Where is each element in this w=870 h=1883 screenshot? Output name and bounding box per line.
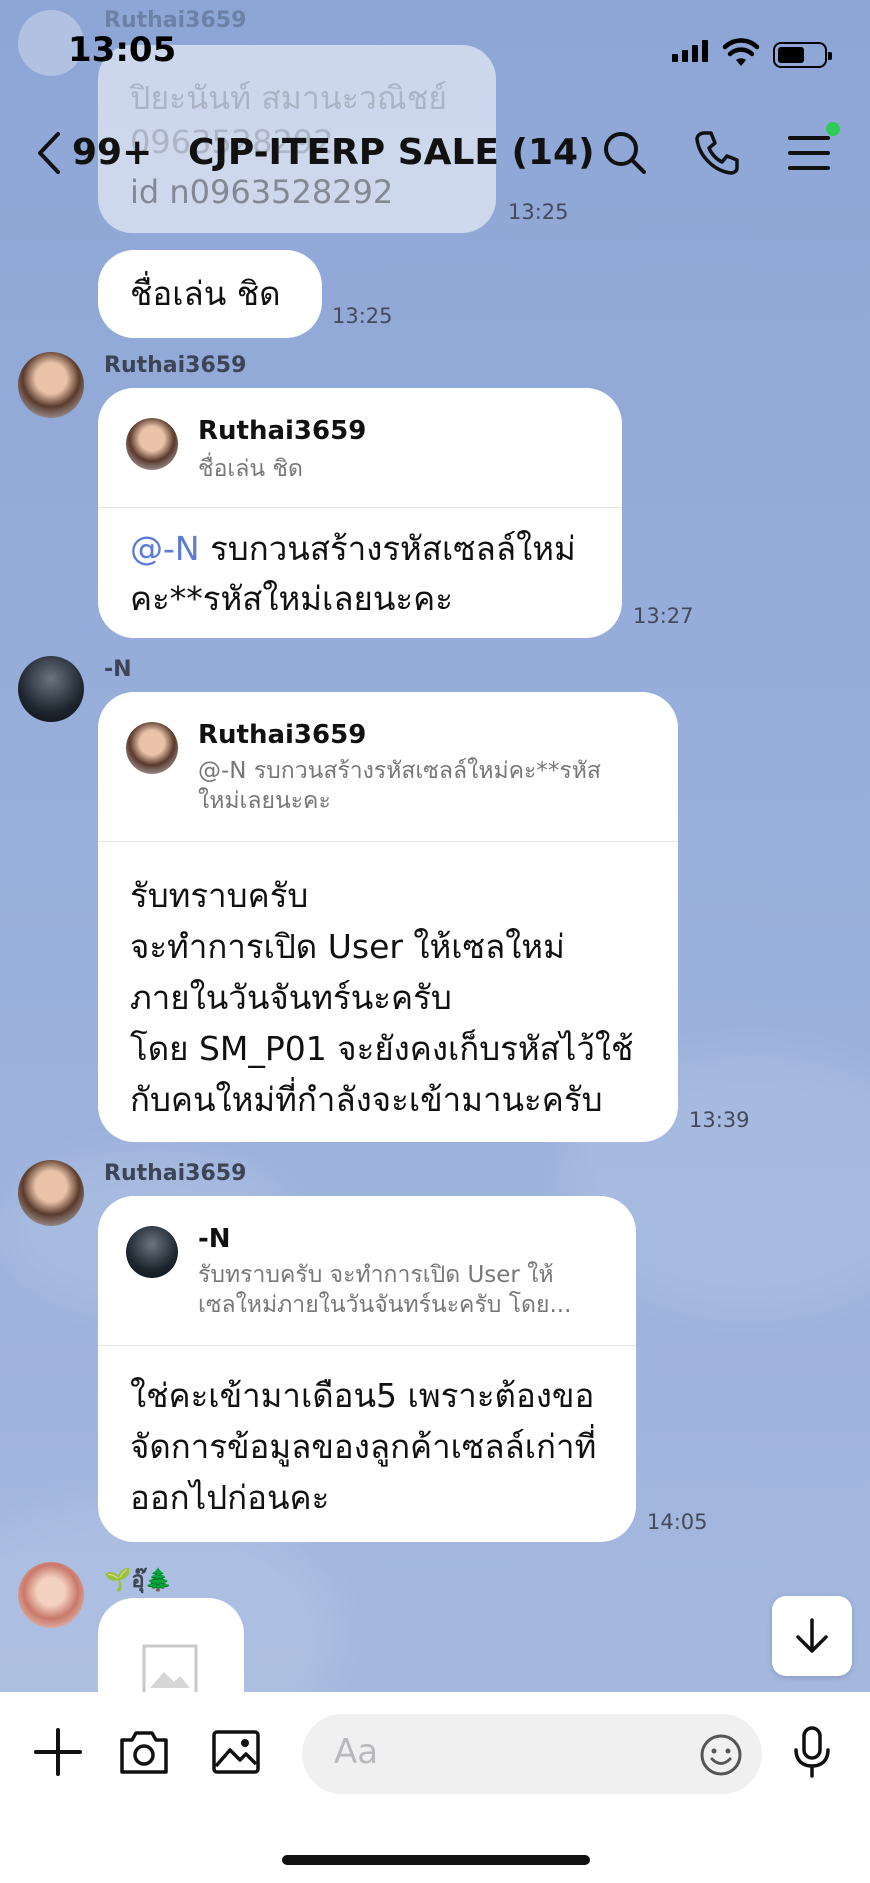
- reply-sender: Ruthai3659: [198, 720, 367, 750]
- reply-text: @-N รบกวนสร้างรหัสเซลล์ใหม่คะ**รหัส ใหม่…: [198, 756, 601, 816]
- phone-icon[interactable]: [692, 128, 742, 178]
- sender-name: Ruthai3659: [104, 1161, 247, 1186]
- chat-title[interactable]: CJP-ITERP SALE (14): [188, 132, 595, 173]
- wifi-icon: [722, 38, 760, 66]
- sender-name: -N: [104, 657, 132, 682]
- message-text: @-N รบกวนสร้างรหัสเซลล์ใหม่ คะ**รหัสใหม่…: [130, 524, 576, 624]
- timestamp: 13:39: [689, 1108, 750, 1132]
- reply-text: รับทราบครับ จะทำการเปิด User ให้ เซลใหม่…: [198, 1260, 571, 1320]
- message-line: ใช่คะเข้ามาเดือน5 เพราะต้องขอ: [130, 1376, 595, 1415]
- home-indicator: [282, 1855, 590, 1865]
- message-bubble[interactable]: Ruthai3659 ชื่อเล่น ชิด @-N รบกวนสร้างรห…: [98, 388, 622, 638]
- reply-avatar: [126, 1226, 178, 1278]
- timestamp: 14:05: [647, 1510, 708, 1534]
- reply-line: ใหม่เลยนะคะ: [198, 788, 331, 814]
- emoji-icon[interactable]: [698, 1732, 744, 1778]
- chat-header: 99+ CJP-ITERP SALE (14): [0, 100, 870, 210]
- message-line: กับคนใหม่ที่กำลังจะเข้ามานะครับ: [130, 1080, 603, 1119]
- battery-icon: [773, 42, 832, 68]
- reply-avatar: [126, 418, 178, 470]
- reply-line: รับทราบครับ จะทำการเปิด User ให้: [198, 1262, 554, 1288]
- reply-sender: Ruthai3659: [198, 416, 367, 446]
- reply-preview[interactable]: Ruthai3659 @-N รบกวนสร้างรหัสเซลล์ใหม่คะ…: [98, 692, 678, 842]
- input-placeholder: Aa: [334, 1732, 379, 1772]
- sender-name: 🌱อุ๊🌲: [104, 1568, 172, 1593]
- message-text: รับทราบครับ จะทำการเปิด User ให้เซลใหม่ …: [130, 870, 633, 1125]
- message-input[interactable]: Aa: [302, 1714, 762, 1794]
- message-text: ชื่อเล่น ชิด: [130, 274, 281, 313]
- reply-sender: -N: [198, 1224, 231, 1254]
- message-line: จัดการข้อมูลของลูกค้าเซลล์เก่าที่: [130, 1427, 597, 1466]
- message-line: ภายในวันจันทร์นะครับ: [130, 978, 452, 1017]
- message-bubble[interactable]: Ruthai3659 @-N รบกวนสร้างรหัสเซลล์ใหม่คะ…: [98, 692, 678, 1142]
- reply-line: เซลใหม่ภายในวันจันทร์นะครับ โดย...: [198, 1292, 572, 1318]
- search-icon[interactable]: [600, 128, 650, 178]
- mic-icon[interactable]: [784, 1724, 840, 1780]
- message-line: รบกวนสร้างรหัสเซลล์ใหม่: [199, 529, 576, 568]
- message-line: โดย SM_P01 จะยังคงเก็บรหัสไว้ใช้: [130, 1029, 634, 1068]
- avatar[interactable]: [18, 352, 84, 418]
- message-line: จะทำการเปิด User ให้เซลใหม่: [130, 927, 565, 966]
- camera-icon[interactable]: [116, 1724, 172, 1780]
- avatar[interactable]: [18, 1562, 84, 1628]
- menu-icon[interactable]: [784, 128, 834, 178]
- reply-preview[interactable]: Ruthai3659 ชื่อเล่น ชิด: [98, 388, 622, 508]
- avatar[interactable]: [18, 1160, 84, 1226]
- reply-avatar: [126, 722, 178, 774]
- sender-name: Ruthai3659: [104, 353, 247, 378]
- back-unread-count[interactable]: 99+: [72, 132, 152, 173]
- plus-icon[interactable]: [30, 1724, 86, 1780]
- message-line: ออกไปก่อนคะ: [130, 1478, 330, 1517]
- scroll-down-icon: [796, 1618, 828, 1653]
- message-bubble[interactable]: -N รับทราบครับ จะทำการเปิด User ให้ เซลใ…: [98, 1196, 636, 1542]
- cellular-signal-icon: [672, 40, 708, 62]
- message-text: ใช่คะเข้ามาเดือน5 เพราะต้องขอ จัดการข้อม…: [130, 1370, 596, 1523]
- status-time: 13:05: [68, 30, 177, 70]
- image-icon[interactable]: [208, 1724, 264, 1780]
- mention[interactable]: @-N: [130, 529, 200, 568]
- message-line: รับทราบครับ: [130, 876, 309, 915]
- scroll-to-bottom-button[interactable]: [772, 1596, 852, 1676]
- reply-line: @-N รบกวนสร้างรหัสเซลล์ใหม่คะ**รหัส: [198, 758, 601, 784]
- back-icon[interactable]: [30, 128, 70, 178]
- timestamp: 13:25: [332, 304, 393, 328]
- reply-preview[interactable]: -N รับทราบครับ จะทำการเปิด User ให้ เซลใ…: [98, 1196, 636, 1346]
- avatar[interactable]: [18, 656, 84, 722]
- message-line: คะ**รหัสใหม่เลยนะคะ: [130, 579, 453, 618]
- reply-text: ชื่อเล่น ชิด: [198, 456, 303, 482]
- notification-dot: [826, 122, 840, 136]
- message-bubble[interactable]: ชื่อเล่น ชิด: [98, 250, 322, 338]
- status-bar: 13:05: [0, 0, 870, 100]
- timestamp: 13:27: [633, 604, 694, 628]
